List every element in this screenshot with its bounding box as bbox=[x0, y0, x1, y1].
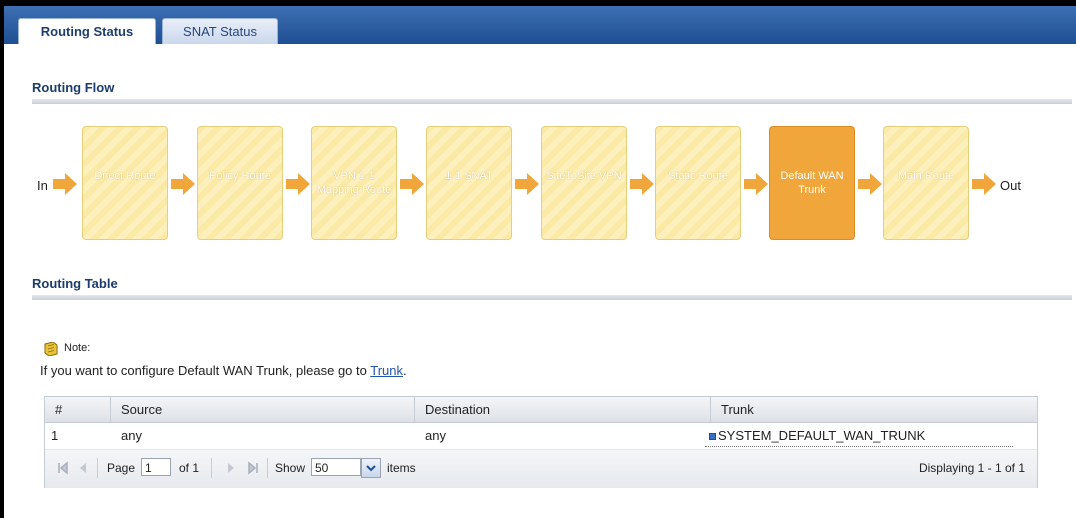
flow-arrow-icon bbox=[858, 173, 882, 195]
next-page-icon[interactable] bbox=[223, 460, 239, 476]
column-header-number[interactable]: # bbox=[45, 397, 111, 422]
cell-trunk[interactable]: SYSTEM_DEFAULT_WAN_TRUNK bbox=[705, 426, 1013, 447]
flow-step-policy-route[interactable]: Policy Route bbox=[197, 126, 283, 240]
flow-in-label: In bbox=[37, 178, 48, 193]
first-page-icon[interactable] bbox=[55, 460, 71, 476]
pager-separator bbox=[97, 458, 98, 478]
tab-bar: Routing Status SNAT Status bbox=[4, 6, 1076, 46]
flow-arrow-icon bbox=[286, 173, 310, 195]
flow-step-default-wan-trunk[interactable]: Default WAN Trunk bbox=[769, 126, 855, 240]
note-label: Note: bbox=[64, 342, 91, 354]
column-header-source[interactable]: Source bbox=[111, 397, 415, 422]
column-header-trunk[interactable]: Trunk bbox=[711, 397, 1037, 422]
tab-routing-status[interactable]: Routing Status bbox=[18, 18, 156, 46]
flow-step-direct-route[interactable]: Direct Route bbox=[82, 126, 168, 240]
table-row[interactable]: 1 any any SYSTEM_DEFAULT_WAN_TRUNK bbox=[45, 423, 1037, 450]
flow-arrow-icon bbox=[53, 173, 77, 195]
routing-flow-title: Routing Flow bbox=[32, 80, 115, 95]
routing-flow-divider bbox=[32, 99, 1072, 104]
page-size-dropdown-button[interactable] bbox=[361, 458, 381, 478]
page-size-select[interactable]: 50 bbox=[311, 458, 361, 476]
pagination-bar: Page 1 of 1 Show 50 items Displaying 1 -… bbox=[45, 450, 1037, 488]
trunk-name: SYSTEM_DEFAULT_WAN_TRUNK bbox=[718, 428, 926, 443]
table-header: # Source Destination Trunk bbox=[45, 397, 1037, 423]
pager-separator bbox=[211, 458, 212, 478]
flow-arrow-icon bbox=[400, 173, 424, 195]
flow-arrow-icon bbox=[972, 173, 996, 195]
note-suffix: . bbox=[403, 363, 407, 378]
routing-table-divider bbox=[32, 295, 1072, 300]
flow-step-site-to-site-vpn[interactable]: SiteToSite VPN bbox=[541, 126, 627, 240]
flow-arrow-icon bbox=[171, 173, 195, 195]
flow-arrow-icon bbox=[630, 173, 654, 195]
note-message: If you want to configure Default WAN Tru… bbox=[40, 363, 367, 378]
cell-destination: any bbox=[425, 428, 446, 443]
show-label: Show bbox=[275, 461, 306, 475]
flow-out-label: Out bbox=[1000, 178, 1021, 193]
page-count-label: of 1 bbox=[179, 461, 200, 475]
displaying-count: Displaying 1 - 1 of 1 bbox=[918, 461, 1025, 475]
flow-arrow-icon bbox=[515, 173, 539, 195]
flow-arrow-icon bbox=[744, 173, 768, 195]
page-number-input[interactable]: 1 bbox=[141, 458, 171, 476]
page-frame: Routing Status SNAT Status Routing Flow … bbox=[0, 0, 1076, 518]
column-header-destination[interactable]: Destination bbox=[415, 397, 711, 422]
flow-step-main-route[interactable]: Main Route bbox=[883, 126, 969, 240]
routing-table-title: Routing Table bbox=[32, 276, 118, 291]
pager-separator bbox=[267, 458, 268, 478]
routing-flow-diagram: In Direct Route Policy Route VPN 1-1 Map… bbox=[4, 126, 1076, 242]
last-page-icon[interactable] bbox=[245, 460, 261, 476]
tab-snat-status[interactable]: SNAT Status bbox=[162, 18, 278, 45]
note-icon bbox=[44, 342, 58, 356]
page-label: Page bbox=[107, 461, 136, 475]
cell-source: any bbox=[121, 428, 142, 443]
trunk-object-icon bbox=[709, 433, 716, 441]
previous-page-icon[interactable] bbox=[75, 460, 91, 476]
flow-step-static-route[interactable]: Static Route bbox=[655, 126, 741, 240]
flow-step-vpn-mapping-route[interactable]: VPN 1-1 Mapping Route bbox=[311, 126, 397, 240]
routing-table: # Source Destination Trunk 1 any any SYS… bbox=[44, 396, 1038, 488]
note-text: If you want to configure Default WAN Tru… bbox=[40, 363, 407, 378]
trunk-link[interactable]: Trunk bbox=[370, 363, 403, 378]
content-panel: Routing Flow In Direct Route Policy Rout… bbox=[4, 44, 1076, 518]
flow-step-1-1-snat[interactable]: 1-1 SNAT bbox=[426, 126, 512, 240]
items-label: items bbox=[387, 461, 416, 475]
chevron-down-icon bbox=[366, 465, 376, 472]
cell-number: 1 bbox=[51, 428, 59, 443]
